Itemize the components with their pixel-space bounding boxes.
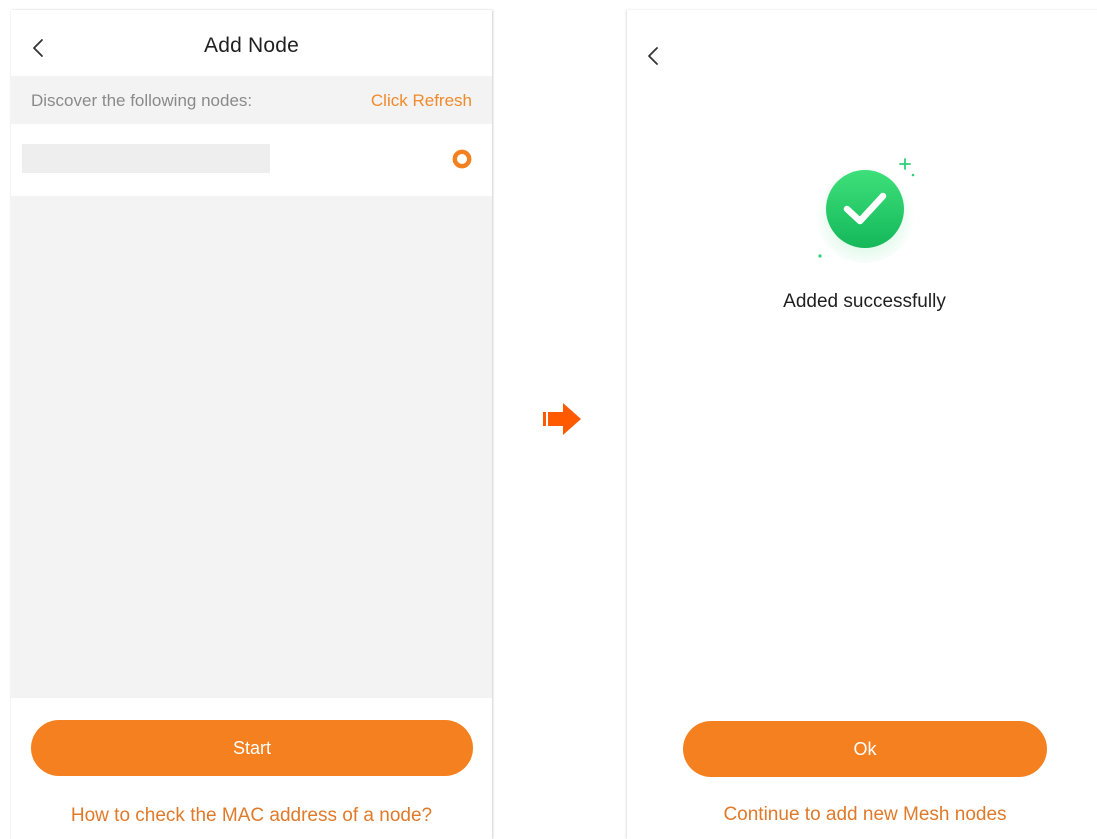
bottom-action-area: Start How to check the MAC address of a … [11, 698, 492, 839]
chevron-left-icon[interactable] [642, 44, 666, 68]
continue-add-mesh-link[interactable]: Continue to add new Mesh nodes [627, 804, 1097, 826]
success-message: Added successfully [783, 291, 946, 312]
node-list-item[interactable] [11, 124, 492, 196]
node-name [22, 144, 270, 173]
header: Add Node [11, 10, 492, 76]
radio-selected-icon[interactable] [452, 149, 472, 169]
success-screen: Added successfully Ok Continue to add ne… [627, 10, 1097, 839]
arrow-right-icon [543, 403, 583, 435]
add-node-screen: Add Node Discover the following nodes: C… [11, 10, 492, 839]
check-circle-icon [812, 155, 922, 265]
refresh-link[interactable]: Click Refresh [371, 91, 472, 111]
discover-label: Discover the following nodes: [31, 91, 253, 110]
ok-button[interactable]: Ok [683, 721, 1047, 777]
mac-address-help-link[interactable]: How to check the MAC address of a node? [11, 805, 492, 827]
start-button[interactable]: Start [31, 720, 473, 776]
page-title: Add Node [203, 34, 299, 57]
discover-bar: Discover the following nodes: Click Refr… [11, 76, 492, 124]
